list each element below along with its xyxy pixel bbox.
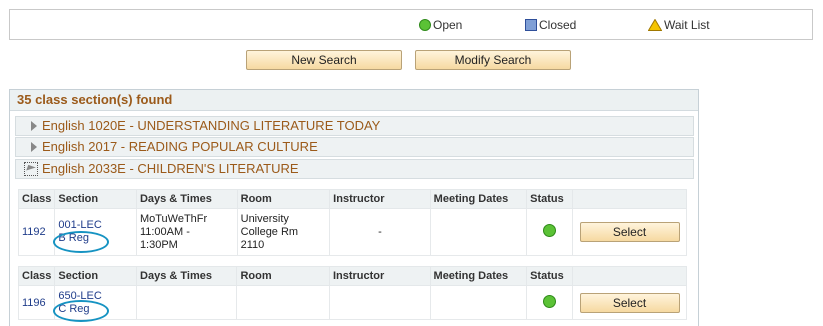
section-cell[interactable]: 650-LEC C Reg (53, 285, 138, 322)
legend-closed-label: Closed (539, 18, 577, 32)
room-line-3: 2110 (240, 238, 265, 251)
class-number: 1196 (17, 285, 56, 320)
col-section: Section (54, 189, 137, 209)
col-meeting-dates: Meeting Dates (429, 266, 528, 286)
meeting-dates-cell (429, 208, 528, 256)
col-days-times: Days & Times (136, 266, 238, 286)
status-cell (526, 285, 574, 320)
course-title[interactable]: English 2033E - CHILDREN'S LITERATURE (42, 161, 299, 176)
col-status: Status (526, 189, 574, 209)
section-table-1196: Class Section Days & Times Room Instruct… (17, 266, 687, 322)
course-row-english-1020e[interactable]: English 1020E - UNDERSTANDING LITERATURE… (15, 116, 694, 136)
class-number: 1192 (17, 208, 56, 256)
days-times-cell: MoTuWeThFr 11:00AM - 1:30PM (135, 208, 238, 256)
col-action (572, 266, 687, 286)
section-cell[interactable]: 001-LEC B Reg (53, 208, 137, 256)
course-title[interactable]: English 2017 - READING POPULAR CULTURE (42, 139, 318, 154)
table-header-row: Class Section Days & Times Room Instruct… (17, 266, 687, 286)
new-search-button[interactable]: New Search (246, 50, 402, 70)
expand-arrow-icon[interactable] (31, 121, 37, 131)
col-instructor: Instructor (328, 266, 431, 286)
legend-wait-label: Wait List (664, 18, 710, 32)
col-section: Section (54, 266, 138, 286)
instructor-cell (328, 285, 431, 320)
select-button[interactable]: Select (579, 292, 680, 313)
highlight-circle (53, 300, 110, 322)
table-row: 1192 001-LEC B Reg MoTuWeThFr 11:00AM - … (17, 208, 687, 256)
section-code[interactable]: 001-LEC (58, 219, 133, 232)
room-cell: University College Rm 2110 (236, 208, 331, 256)
col-room: Room (236, 189, 331, 209)
col-action (572, 189, 687, 209)
table-header-row: Class Section Days & Times Room Instruct… (17, 189, 687, 209)
legend-open-label: Open (433, 18, 463, 32)
instructor-cell: - (329, 208, 431, 256)
open-status-icon (419, 19, 431, 31)
legend-wait: Wait List (648, 18, 710, 32)
expand-arrow-icon[interactable] (31, 142, 37, 152)
days-times-cell (136, 285, 238, 320)
select-button[interactable]: Select (579, 222, 680, 242)
col-status: Status (526, 266, 574, 286)
status-legend: Open Closed Wait List (9, 9, 813, 40)
modify-search-button[interactable]: Modify Search (415, 50, 571, 70)
section-table-1192: Class Section Days & Times Room Instruct… (17, 189, 687, 256)
legend-closed: Closed (525, 18, 576, 32)
time-start-text: 11:00AM - (139, 225, 190, 238)
room-line-1: University (240, 212, 289, 225)
time-end-text: 1:30PM (139, 238, 178, 251)
wait-list-icon (648, 19, 662, 31)
days-text: MoTuWeThFr (139, 212, 208, 225)
room-cell (236, 285, 330, 320)
results-count-header: 35 class section(s) found (10, 90, 698, 111)
course-row-english-2017[interactable]: English 2017 - READING POPULAR CULTURE (15, 137, 694, 157)
meeting-dates-cell (429, 285, 528, 320)
highlight-circle (53, 231, 110, 253)
collapse-arrow-icon[interactable] (24, 162, 38, 176)
open-status-icon (543, 294, 557, 308)
col-days-times: Days & Times (135, 189, 238, 209)
select-cell: Select (572, 208, 687, 256)
col-class: Class (17, 266, 56, 286)
legend-open: Open (419, 18, 462, 32)
col-room: Room (236, 266, 330, 286)
col-instructor: Instructor (329, 189, 431, 209)
col-meeting-dates: Meeting Dates (429, 189, 528, 209)
col-class: Class (17, 189, 56, 209)
course-row-english-2033e[interactable]: English 2033E - CHILDREN'S LITERATURE (15, 159, 694, 179)
status-cell (526, 208, 574, 256)
course-title[interactable]: English 1020E - UNDERSTANDING LITERATURE… (42, 118, 380, 133)
room-line-2: College Rm (240, 225, 299, 238)
table-row: 1196 650-LEC C Reg Select (17, 285, 687, 322)
open-status-icon (543, 224, 557, 237)
select-cell: Select (572, 285, 687, 320)
closed-status-icon (525, 19, 537, 31)
